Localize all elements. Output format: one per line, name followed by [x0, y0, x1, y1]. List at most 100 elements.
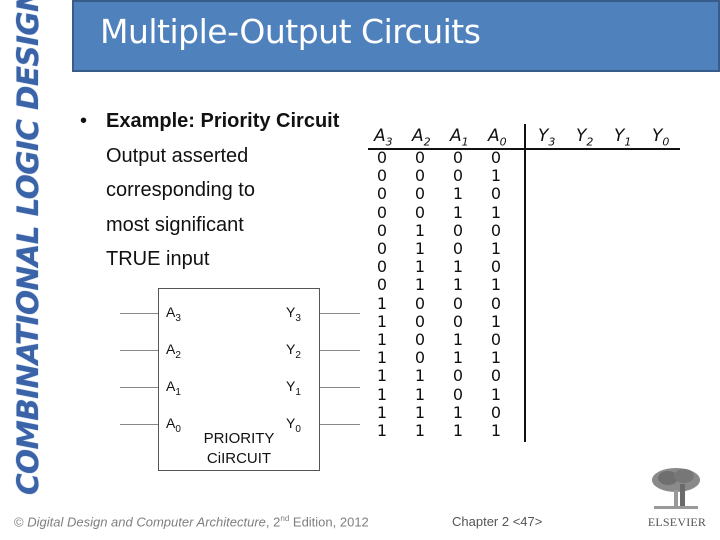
- pin-base: A: [166, 378, 176, 394]
- table-cell: 1: [376, 421, 388, 440]
- table-header-output: Y1: [614, 126, 631, 148]
- footer-copyright: © Digital Design and Computer Architectu…: [14, 514, 369, 529]
- table-cell: 1: [376, 293, 388, 313]
- table-cell: 1: [490, 348, 502, 368]
- table-cell: 0: [414, 293, 426, 313]
- table-header-output: Y0: [652, 126, 669, 148]
- table-cell: 0: [452, 239, 464, 258]
- pin-subscript: 1: [175, 386, 181, 398]
- table-cell: 1: [376, 348, 388, 368]
- input-wire: [120, 424, 158, 425]
- slide-title: Multiple-Output Circuits: [100, 12, 481, 51]
- table-cell: 1: [414, 275, 426, 295]
- table-cell: 0: [414, 311, 426, 331]
- table-cell: 0: [376, 202, 388, 222]
- pin-base: Y: [286, 304, 296, 320]
- truth-table: A3 A2 A1 A0 Y3 Y2 Y1 Y0 0 0 0 0 0 0 0 1 0 0 1 0 0 0 1 1 0 1 0 0 0 1 0 1…: [368, 124, 680, 444]
- header-subscript: 0: [662, 135, 670, 149]
- table-cell: 1: [452, 257, 464, 277]
- table-cell: 1: [490, 239, 502, 258]
- output-wire: [320, 387, 360, 388]
- pin-subscript: 1: [295, 386, 301, 398]
- table-cell: 1: [490, 166, 502, 186]
- table-header-output: Y2: [576, 126, 593, 148]
- bullet-line: TRUE input: [106, 248, 210, 270]
- tree-logo-icon: [652, 468, 700, 509]
- header-subscript: 2: [423, 135, 431, 149]
- output-pin-label: Y1: [286, 378, 301, 398]
- table-cell: 0: [414, 348, 426, 368]
- pin-base: A: [166, 304, 176, 320]
- table-cell: 0: [452, 366, 464, 386]
- table-cell: 0: [490, 330, 502, 349]
- header-base: Y: [576, 126, 587, 146]
- chapter-page-number: Chapter 2 <47>: [452, 514, 543, 529]
- table-cell: 0: [452, 166, 464, 186]
- bullet-dot-icon: •: [80, 110, 88, 132]
- table-cell: 0: [376, 257, 388, 277]
- publisher-name: ELSEVIER: [647, 515, 707, 529]
- table-cell: 1: [414, 366, 426, 386]
- output-pin-label: Y2: [286, 341, 301, 361]
- input-wire: [120, 350, 158, 351]
- table-cell: 0: [414, 166, 426, 186]
- bullet-line: corresponding to: [106, 179, 255, 201]
- pin-base: A: [166, 415, 176, 431]
- output-pin-label: Y0: [286, 415, 301, 435]
- output-pin-label: Y3: [286, 304, 301, 324]
- table-cell: 1: [490, 202, 502, 222]
- bullet-heading: Example: Priority Circuit: [106, 110, 340, 132]
- bullet-line: Output asserted: [106, 144, 249, 167]
- input-pin-label: A0: [166, 415, 181, 435]
- header-base: Y: [652, 126, 663, 146]
- header-subscript: 0: [499, 135, 507, 149]
- table-cell: 0: [376, 184, 388, 204]
- table-cell: 0: [452, 311, 464, 331]
- table-cell: 1: [490, 421, 502, 440]
- pin-subscript: 3: [295, 312, 301, 324]
- table-cell: 1: [490, 311, 502, 331]
- table-cell: 1: [452, 330, 464, 349]
- header-subscript: 1: [624, 135, 632, 149]
- header-base: Y: [538, 126, 549, 146]
- table-cell: 0: [490, 148, 502, 167]
- pin-subscript: 3: [175, 312, 181, 324]
- table-cell: 1: [376, 330, 388, 349]
- edition-text: Edition, 2012: [289, 514, 369, 530]
- table-cell: 1: [376, 311, 388, 331]
- elsevier-logo: ELSEVIER: [642, 466, 712, 532]
- input-wire: [120, 313, 158, 314]
- output-wire: [320, 313, 360, 314]
- table-cell: 0: [376, 220, 388, 240]
- table-header-input: A1: [450, 126, 469, 148]
- table-cell: 1: [452, 348, 464, 368]
- table-cell: 0: [376, 166, 388, 186]
- pin-base: A: [166, 341, 176, 357]
- table-cell: 0: [452, 148, 464, 167]
- book-title: Digital Design and Computer Architecture: [27, 514, 266, 530]
- header-subscript: 3: [385, 135, 393, 149]
- table-header-output: Y3: [538, 126, 555, 148]
- table-cell: 0: [452, 220, 464, 240]
- header-base: A: [488, 126, 500, 146]
- table-header-input: A0: [488, 126, 507, 148]
- title-bar: Multiple-Output Circuits: [72, 0, 720, 72]
- output-wire: [320, 350, 360, 351]
- table-cell: 1: [414, 257, 426, 277]
- table-cell: 0: [414, 202, 426, 222]
- pin-base: Y: [286, 378, 296, 394]
- header-subscript: 2: [586, 135, 594, 149]
- table-cell: 0: [376, 148, 388, 167]
- copyright-symbol: ©: [14, 514, 24, 530]
- table-cell: 1: [414, 220, 426, 240]
- table-cell: 0: [376, 275, 388, 295]
- input-pin-label: A2: [166, 341, 181, 361]
- table-cell: 0: [490, 402, 502, 422]
- table-cell: 1: [452, 421, 464, 440]
- header-base: A: [374, 126, 386, 146]
- output-wire: [320, 424, 360, 425]
- pin-base: Y: [286, 341, 296, 357]
- table-cell: 0: [490, 257, 502, 277]
- table-cell: 1: [376, 366, 388, 386]
- table-header-input: A3: [374, 126, 393, 148]
